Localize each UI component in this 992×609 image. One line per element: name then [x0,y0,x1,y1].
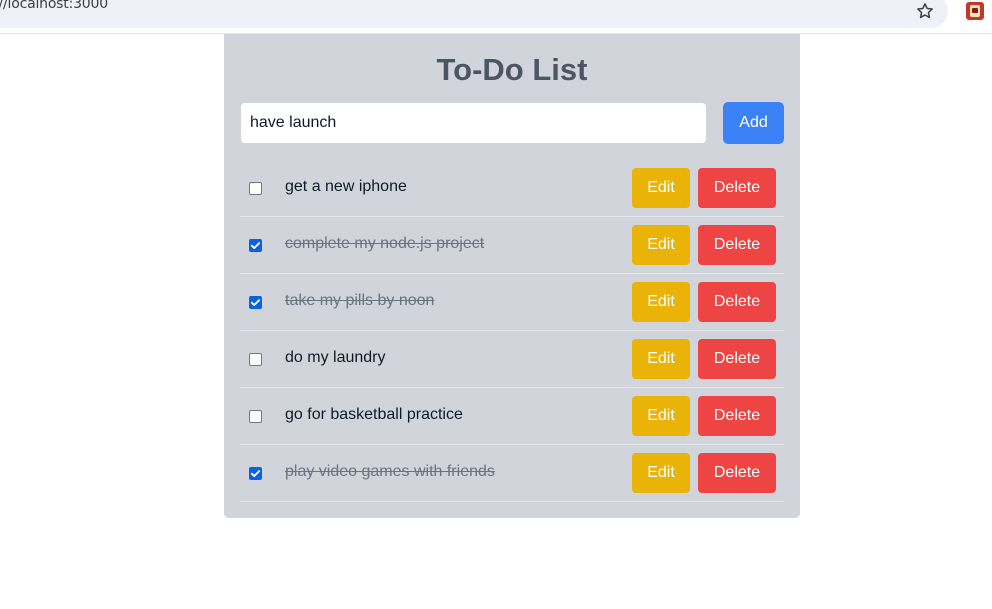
edit-button[interactable]: Edit [632,225,690,265]
browser-toolbar: tp://localhost:3000 [0,0,992,34]
todo-list: get a new iphone Edit Delete complete my no… [240,160,784,502]
delete-button[interactable]: Delete [698,396,776,436]
page-title: To-Do List [436,52,588,87]
delete-button[interactable]: Delete [698,339,776,379]
todo-checkbox[interactable] [249,296,262,309]
todo-item: take my pills by noon Edit Delete [240,274,784,331]
todo-checkbox[interactable] [249,467,262,480]
delete-button[interactable]: Delete [698,168,776,208]
todo-checkbox[interactable] [249,410,262,423]
new-todo-input[interactable] [241,103,706,143]
todo-checkbox[interactable] [249,182,262,195]
extension-icon[interactable] [966,2,984,20]
todo-checkbox[interactable] [249,239,262,252]
edit-button[interactable]: Edit [632,282,690,322]
todo-text: do my laundry [285,349,386,366]
address-bar-url[interactable]: tp://localhost:3000 [0,0,108,12]
edit-button[interactable]: Edit [632,396,690,436]
todo-item: go for basketball practice Edit Delete [240,388,784,445]
todo-text: take my pills by noon [285,292,435,309]
todo-item: get a new iphone Edit Delete [240,160,784,217]
todo-text: complete my node.js project [285,235,485,252]
delete-button[interactable]: Delete [698,282,776,322]
star-icon[interactable] [914,0,936,22]
todo-checkbox[interactable] [249,353,262,366]
todo-item: complete my node.js project Edit Delete [240,217,784,274]
delete-button[interactable]: Delete [698,225,776,265]
add-button[interactable]: Add [723,102,784,144]
todo-text: get a new iphone [285,178,407,195]
delete-button[interactable]: Delete [698,453,776,493]
todo-card: To-Do List Add get a new iphoneEditDelet… [224,34,800,518]
edit-button[interactable]: Edit [632,339,690,379]
address-bar[interactable]: tp://localhost:3000 [0,0,948,28]
todo-text: go for basketball practice [285,406,463,423]
edit-button[interactable]: Edit [632,453,690,493]
edit-button[interactable]: Edit [632,168,690,208]
todo-item: play video games with friends Edit Delete [240,445,784,502]
todo-text: play video games with friends [285,463,495,480]
todo-item: do my laundry Edit Delete [240,331,784,388]
